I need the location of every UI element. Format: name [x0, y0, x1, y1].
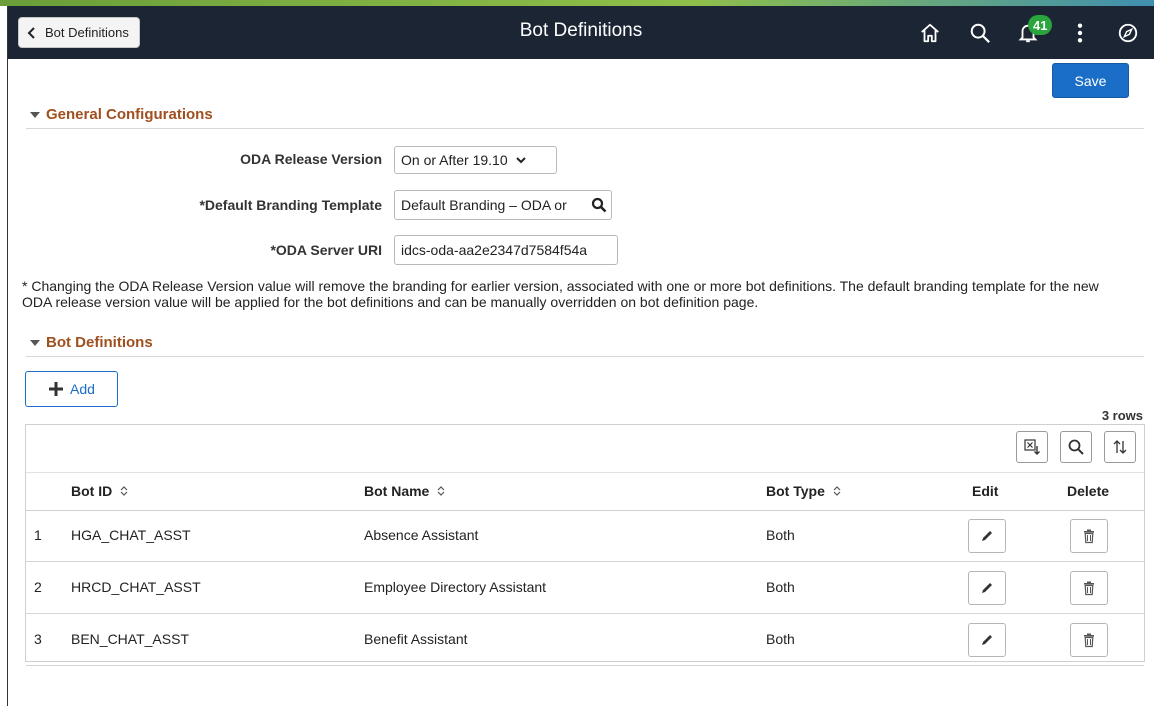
bot-type-cell: Both [766, 527, 795, 543]
search-icon [1068, 439, 1084, 455]
edit-button[interactable] [968, 571, 1006, 605]
column-header-label: Bot ID [71, 483, 113, 499]
column-header-delete: Delete [1067, 483, 1109, 499]
left-frame-border [0, 6, 8, 706]
oda-server-uri-value: idcs-oda-aa2e2347d7584f54a [401, 242, 588, 258]
bot-definitions-heading[interactable]: Bot Definitions [30, 334, 153, 351]
bot-type-cell: Both [766, 579, 795, 595]
section-divider [26, 356, 1144, 357]
trash-icon [1084, 633, 1094, 648]
column-header-label: Edit [972, 483, 999, 499]
oda-release-select[interactable]: On or After 19.10 [394, 146, 557, 174]
section-divider [26, 128, 1144, 129]
column-header-label: Delete [1067, 483, 1110, 499]
column-header-label: Bot Type [766, 483, 825, 499]
excel-download-icon [1024, 439, 1040, 455]
oda-release-label: ODA Release Version [240, 151, 382, 167]
release-version-note: * Changing the ODA Release Version value… [22, 278, 1099, 310]
back-button[interactable]: Bot Definitions [18, 17, 140, 48]
bot-id-cell: BEN_CHAT_ASST [71, 631, 189, 647]
collapse-triangle-icon [30, 111, 40, 118]
column-header-bot-name[interactable]: Bot Name [364, 483, 447, 499]
back-button-label: Bot Definitions [45, 25, 129, 40]
download-excel-button[interactable] [1016, 431, 1048, 463]
oda-server-uri-label: *ODA Server URI [270, 242, 382, 258]
add-button[interactable]: Add [25, 371, 118, 407]
row-count: 3 rows [1101, 408, 1143, 423]
column-header-bot-id[interactable]: Bot ID [71, 483, 130, 499]
pencil-icon [982, 635, 992, 645]
trash-icon [1084, 529, 1094, 544]
oda-release-value: On or After 19.10 [401, 152, 508, 168]
sort-icon [1113, 440, 1127, 454]
delete-button[interactable] [1070, 519, 1108, 553]
home-icon[interactable] [916, 19, 944, 47]
column-header-label: Bot Name [364, 483, 430, 499]
chevron-down-icon [515, 157, 526, 164]
trash-icon [1084, 581, 1094, 596]
actions-menu-icon[interactable] [1066, 19, 1094, 47]
notification-count-badge: 41 [1028, 15, 1053, 35]
delete-button[interactable] [1070, 571, 1108, 605]
pencil-icon [982, 531, 992, 541]
bot-name-cell: Absence Assistant [364, 527, 479, 543]
chevron-left-icon [27, 26, 35, 39]
grid-find-button[interactable] [1060, 431, 1092, 463]
navbar-icon[interactable] [1114, 19, 1142, 47]
pencil-icon [982, 583, 992, 593]
save-button[interactable]: Save [1052, 63, 1129, 98]
branding-template-value: Default Branding – ODA or [401, 197, 567, 213]
sort-toggle-icon [833, 486, 841, 496]
bot-type-cell: Both [766, 631, 795, 647]
grid-sort-button[interactable] [1104, 431, 1136, 463]
search-icon[interactable] [966, 19, 994, 47]
edit-button[interactable] [968, 623, 1006, 657]
grid-toolbar-divider [26, 472, 1144, 473]
delete-button[interactable] [1070, 623, 1108, 657]
bot-definitions-title: Bot Definitions [46, 334, 153, 351]
column-header-bot-type[interactable]: Bot Type [766, 483, 843, 499]
plus-icon [49, 382, 64, 396]
row-number: 2 [34, 579, 42, 595]
bot-name-cell: Benefit Assistant [364, 631, 468, 647]
sort-toggle-icon [437, 486, 445, 496]
bot-definitions-grid: Bot ID Bot Name Bot Type Edit Delete 1 H… [25, 424, 1145, 666]
bot-id-cell: HGA_CHAT_ASST [71, 527, 191, 543]
row-number: 1 [34, 527, 42, 543]
notification-bell-icon[interactable]: 41 [1014, 15, 1053, 47]
general-configurations-title: General Configurations [46, 106, 213, 123]
header-bar: Bot Definitions Bot Definitions 41 [8, 6, 1154, 59]
bot-id-cell: HRCD_CHAT_ASST [71, 579, 201, 595]
bot-name-cell: Employee Directory Assistant [364, 579, 547, 595]
column-header-edit: Edit [972, 483, 998, 499]
edit-button[interactable] [968, 519, 1006, 553]
general-configurations-heading[interactable]: General Configurations [30, 106, 213, 123]
table-row: 2 HRCD_CHAT_ASST Employee Directory Assi… [26, 562, 1144, 614]
lookup-search-icon[interactable] [591, 197, 607, 213]
sort-toggle-icon [120, 486, 128, 496]
branding-template-field[interactable]: Default Branding – ODA or [394, 190, 612, 220]
add-button-label: Add [70, 381, 95, 397]
collapse-triangle-icon [30, 339, 40, 346]
oda-server-uri-field[interactable]: idcs-oda-aa2e2347d7584f54a [394, 235, 618, 265]
table-row: 1 HGA_CHAT_ASST Absence Assistant Both [26, 510, 1144, 562]
branding-template-label: *Default Branding Template [199, 197, 382, 213]
table-row: 3 BEN_CHAT_ASST Benefit Assistant Both [26, 614, 1144, 666]
row-number: 3 [34, 631, 42, 647]
